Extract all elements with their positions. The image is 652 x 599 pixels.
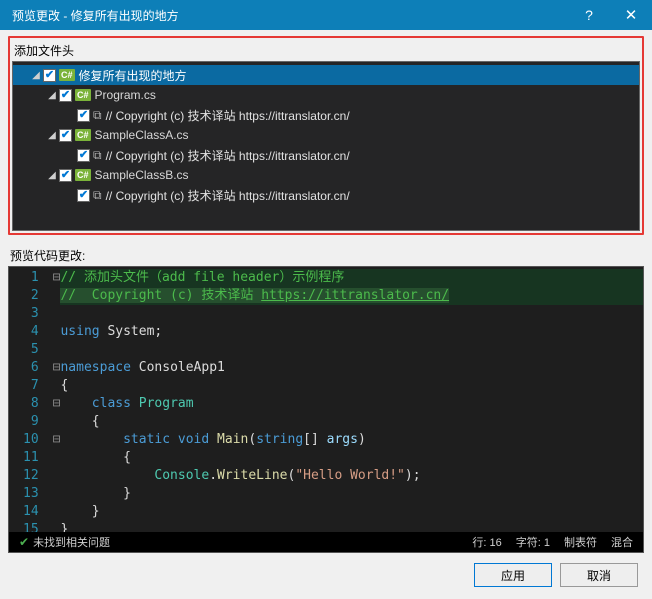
checkbox[interactable]: ✔ [59, 129, 72, 142]
tree-highlight-frame: 添加文件头 ◢ ✔ C# 修复所有出现的地方 ◢ ✔ C# Program.cs [8, 36, 644, 235]
header-icon: ⧉ [93, 188, 102, 203]
tree-change-row[interactable]: ✔ ⧉ // Copyright (c) 技术译站 https://ittran… [13, 145, 639, 165]
status-char: 字符: 1 [516, 534, 550, 550]
apply-button[interactable]: 应用 [474, 563, 552, 587]
window-title: 预览更改 - 修复所有出现的地方 [12, 7, 568, 24]
csharp-icon: C# [75, 169, 91, 181]
tree-file-label: SampleClassA.cs [95, 128, 189, 142]
tree-change-label: // Copyright (c) 技术译站 https://ittranslat… [106, 147, 350, 164]
tree-change-label: // Copyright (c) 技术译站 https://ittranslat… [106, 187, 350, 204]
tree-file-row[interactable]: ◢ ✔ C# SampleClassB.cs [13, 165, 639, 185]
collapse-icon[interactable]: ◢ [29, 70, 43, 81]
header-icon: ⧉ [93, 148, 102, 163]
titlebar: 预览更改 - 修复所有出现的地方 ? ✕ [0, 0, 652, 30]
status-no-issues: 未找到相关问题 [33, 537, 110, 549]
ok-icon: ✔ [19, 535, 29, 549]
checkbox[interactable]: ✔ [77, 109, 90, 122]
csharp-icon: C# [75, 89, 91, 101]
csharp-icon: C# [75, 129, 91, 141]
collapse-icon[interactable]: ◢ [45, 90, 59, 101]
collapse-icon[interactable]: ◢ [45, 130, 59, 141]
cancel-button[interactable]: 取消 [560, 563, 638, 587]
help-button[interactable]: ? [568, 0, 610, 30]
dialog-buttons: 应用 取消 [8, 553, 644, 591]
tree-change-row[interactable]: ✔ ⧉ // Copyright (c) 技术译站 https://ittran… [13, 185, 639, 205]
code-section-label: 预览代码更改: [10, 247, 85, 264]
changes-tree[interactable]: ◢ ✔ C# 修复所有出现的地方 ◢ ✔ C# Program.cs ✔ ⧉ [12, 61, 640, 231]
checkbox[interactable]: ✔ [77, 149, 90, 162]
csharp-icon: C# [59, 69, 75, 81]
content: 添加文件头 ◢ ✔ C# 修复所有出现的地方 ◢ ✔ C# Program.cs [0, 30, 652, 599]
tree-section-label: 添加文件头 [14, 42, 640, 59]
checkbox[interactable]: ✔ [59, 89, 72, 102]
tree-root-label: 修复所有出现的地方 [79, 67, 187, 84]
checkbox[interactable]: ✔ [59, 169, 72, 182]
status-tab: 制表符 [564, 534, 597, 550]
code-editor[interactable]: 1 2 3 4 5 6 7 8 9 10 11 12 13 14 15 16 ⊟… [8, 266, 644, 553]
tree-file-label: Program.cs [95, 88, 156, 102]
code-content[interactable]: ⊟// 添加头文件（add file header）示例程序 // Copyri… [47, 267, 643, 532]
status-mix: 混合 [611, 534, 633, 550]
collapse-icon[interactable]: ◢ [45, 170, 59, 181]
close-button[interactable]: ✕ [610, 0, 652, 30]
dialog-window: 预览更改 - 修复所有出现的地方 ? ✕ 添加文件头 ◢ ✔ C# 修复所有出现… [0, 0, 652, 599]
status-line: 行: 16 [472, 534, 501, 550]
editor-statusbar: ✔ 未找到相关问题 行: 16 字符: 1 制表符 混合 [9, 532, 643, 552]
tree-file-label: SampleClassB.cs [95, 168, 189, 182]
tree-change-row[interactable]: ✔ ⧉ // Copyright (c) 技术译站 https://ittran… [13, 105, 639, 125]
checkbox[interactable]: ✔ [77, 189, 90, 202]
tree-file-row[interactable]: ◢ ✔ C# Program.cs [13, 85, 639, 105]
line-gutter: 1 2 3 4 5 6 7 8 9 10 11 12 13 14 15 16 [9, 267, 47, 532]
header-icon: ⧉ [93, 108, 102, 123]
tree-change-label: // Copyright (c) 技术译站 https://ittranslat… [106, 107, 350, 124]
tree-root-row[interactable]: ◢ ✔ C# 修复所有出现的地方 [13, 65, 639, 85]
tree-file-row[interactable]: ◢ ✔ C# SampleClassA.cs [13, 125, 639, 145]
checkbox[interactable]: ✔ [43, 69, 56, 82]
